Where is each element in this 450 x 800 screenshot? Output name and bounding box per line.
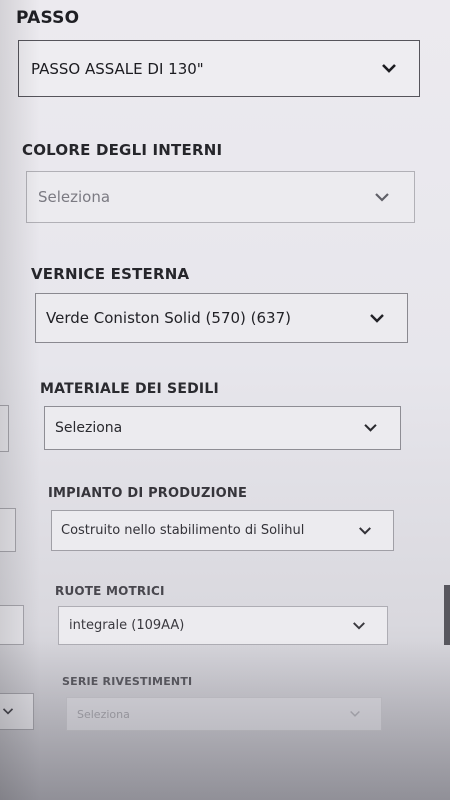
materiale-sedili-select[interactable]: Seleziona	[44, 406, 401, 450]
passo-select[interactable]: PASSO ASSALE DI 130"	[18, 40, 420, 97]
chevron-down-icon	[374, 191, 390, 203]
scrollbar-thumb[interactable]	[444, 585, 450, 645]
impianto-produzione-select[interactable]: Costruito nello stabilimento di Solihul	[51, 510, 394, 551]
ruote-motrici-heading: RUOTE MOTRICI	[55, 584, 165, 598]
ruote-motrici-select[interactable]: integrale (109AA)	[58, 606, 388, 645]
serie-rivestimenti-select[interactable]: Seleziona	[66, 697, 382, 731]
chevron-down-icon	[362, 422, 378, 434]
vernice-esterna-select[interactable]: Verde Coniston Solid (570) (637)	[35, 293, 408, 343]
chevron-down-icon	[0, 706, 15, 718]
side-panel-edge	[0, 405, 9, 452]
chevron-down-icon	[347, 708, 363, 720]
side-panel-edge[interactable]	[0, 693, 34, 730]
side-panel-edge	[0, 605, 24, 645]
materiale-sedili-heading: MATERIALE DEI SEDILI	[40, 381, 219, 397]
serie-rivestimenti-heading: SERIE RIVESTIMENTI	[62, 675, 193, 688]
chevron-down-icon	[357, 525, 373, 537]
impianto-produzione-select-value: Costruito nello stabilimento di Solihul	[61, 523, 305, 538]
side-panel-edge	[0, 508, 16, 552]
chevron-down-icon	[351, 620, 367, 632]
colore-interni-select[interactable]: Seleziona	[26, 171, 415, 223]
materiale-sedili-select-value: Seleziona	[55, 420, 123, 436]
passo-select-value: PASSO ASSALE DI 130"	[31, 59, 204, 78]
vernice-esterna-heading: VERNICE ESTERNA	[31, 265, 190, 283]
configurator-page: PASSO PASSO ASSALE DI 130" COLORE DEGLI …	[0, 0, 450, 800]
chevron-down-icon	[381, 63, 397, 75]
passo-heading: PASSO	[16, 8, 80, 28]
impianto-produzione-heading: IMPIANTO DI PRODUZIONE	[48, 486, 248, 501]
vernice-esterna-select-value: Verde Coniston Solid (570) (637)	[46, 309, 291, 327]
ruote-motrici-select-value: integrale (109AA)	[69, 618, 185, 633]
serie-rivestimenti-select-value: Seleziona	[77, 707, 130, 721]
chevron-down-icon	[369, 312, 385, 324]
colore-interni-select-value: Seleziona	[38, 188, 111, 206]
colore-interni-heading: COLORE DEGLI INTERNI	[22, 141, 223, 159]
